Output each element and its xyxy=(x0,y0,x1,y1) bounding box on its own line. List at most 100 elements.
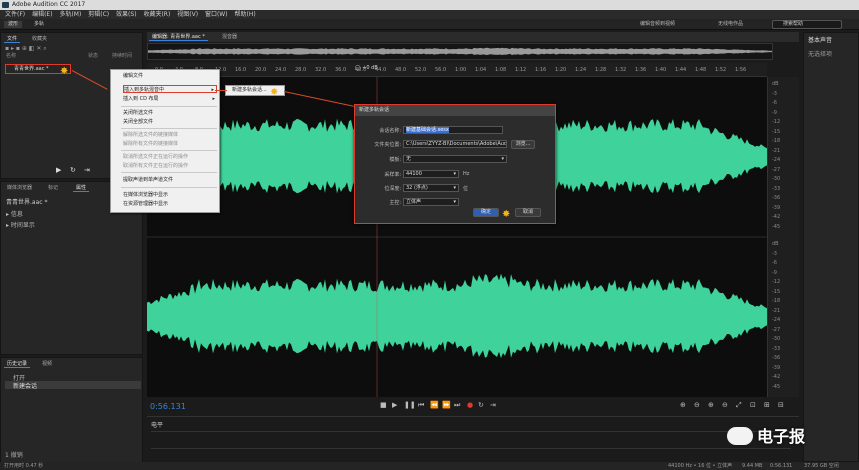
loop-icon[interactable]: ↻ xyxy=(478,401,484,409)
menu-file[interactable]: 文件(F) xyxy=(5,11,25,18)
loop-icon[interactable]: ↻ xyxy=(70,166,76,174)
ruler-tick-label: 1:04 xyxy=(475,67,487,73)
browse-button[interactable]: 浏览... xyxy=(511,140,535,149)
menu-favorites[interactable]: 收藏夹(R) xyxy=(143,11,170,18)
samplerate-select[interactable]: 44100 ▾ xyxy=(403,170,459,178)
levels-label: 电平 xyxy=(151,422,164,429)
db-tick-label: -30 xyxy=(772,176,781,182)
fast-forward-icon[interactable]: ⏩ xyxy=(442,401,451,409)
ruler-tick-label: 1:12 xyxy=(515,67,527,73)
menu-extract-channels[interactable]: 提取声道到单声道文件 xyxy=(123,176,217,184)
menu-insert-multitrack[interactable]: 插入到多轨混音中 ▸ xyxy=(123,85,217,93)
time-display: 0:56.131 xyxy=(150,402,186,411)
waveform-mode-button[interactable]: 波形 xyxy=(4,21,23,28)
stop-icon[interactable]: ■ xyxy=(380,401,387,409)
tab-markers[interactable]: 标记 xyxy=(45,184,61,192)
editor-tabs: 编辑器: 青青世界.aac * 混音器 xyxy=(147,32,799,42)
menu-multitrack[interactable]: 多轨(M) xyxy=(59,11,81,18)
menu-close-all[interactable]: 关闭全部文件 xyxy=(123,118,217,126)
tab-media-browser[interactable]: 媒体浏览器 xyxy=(4,184,35,192)
zoom-in-point-icon[interactable]: ⊞ xyxy=(764,401,770,409)
zoom-out-time-icon[interactable]: ⊖ xyxy=(722,401,728,409)
tab-editor[interactable]: 编辑器: 青青世界.aac * xyxy=(149,33,208,41)
status-duration: 0:56.131 xyxy=(770,463,793,469)
submenu-arrow-icon: ▸ xyxy=(211,87,214,93)
ruler-tick-label: 1:24 xyxy=(575,67,587,73)
zoom-full-icon[interactable]: ⤢ xyxy=(736,401,742,410)
play-icon[interactable]: ▶ xyxy=(392,401,397,409)
record-icon[interactable]: ● xyxy=(467,401,473,409)
ok-button[interactable]: 确定 xyxy=(473,208,499,217)
workspace-radio[interactable]: 无线电作品 xyxy=(718,21,743,28)
zoom-selection-icon[interactable]: ⊡ xyxy=(750,401,756,409)
menu-edit[interactable]: 编辑(E) xyxy=(32,11,52,18)
menu-view[interactable]: 视图(V) xyxy=(177,11,198,18)
waveform-overview[interactable] xyxy=(147,43,773,60)
tab-mixer[interactable]: 混音器 xyxy=(219,33,240,41)
menu-show-explorer[interactable]: 在资源管理器中显示 xyxy=(123,200,217,208)
click-marker-icon: ✸ xyxy=(502,209,511,220)
workspace-edit-audio-video[interactable]: 编辑音频到视频 xyxy=(640,21,675,28)
zoom-out-amplitude-icon[interactable]: ⊖ xyxy=(694,401,700,409)
template-select[interactable]: 无 ▾ xyxy=(403,155,507,163)
ruler-tick-label: 52.0 xyxy=(415,67,427,73)
session-name-input[interactable]: 新建基础会话.sesx xyxy=(403,126,503,134)
watermark-text: 电子报 xyxy=(757,427,806,446)
menu-edit-file[interactable]: 编辑文件 xyxy=(123,72,217,80)
hud-volume-value: +0 dB xyxy=(362,65,378,71)
play-icon[interactable]: ▶ xyxy=(56,166,61,174)
db-tick-label: -6 xyxy=(772,260,777,266)
bitdepth-select[interactable]: 32 (浮点) ▾ xyxy=(403,184,459,192)
menu-insert-cd[interactable]: 插入到 CD 布局 ▸ xyxy=(123,95,217,103)
menu-close-selected[interactable]: 关闭所选文件 xyxy=(123,109,217,117)
hud-volume[interactable]: ◯ +0 dB xyxy=(355,65,378,71)
zoom-out-point-icon[interactable]: ⊟ xyxy=(778,401,784,409)
db-tick-label: -9 xyxy=(772,269,777,276)
tab-history[interactable]: 历史记录 xyxy=(4,360,31,368)
column-name[interactable]: 名称 xyxy=(6,52,16,59)
column-status[interactable]: 状态 xyxy=(88,52,98,59)
folder-input[interactable]: C:\Users\ZYYZ-BI\Documents\Adobe\Aud... xyxy=(403,140,507,148)
menu-unlink-selected: 解除所选文件的链接媒体 xyxy=(123,132,179,138)
db-tick-label: -39 xyxy=(772,364,781,371)
column-duration[interactable]: 持续时间 xyxy=(112,52,132,59)
section-time-display[interactable]: ▸ 时间显示 xyxy=(6,220,35,229)
zoom-in-time-icon[interactable]: ⊕ xyxy=(708,401,714,409)
db-tick-label: dB xyxy=(772,241,779,247)
tab-video[interactable]: 视频 xyxy=(39,360,55,368)
section-info[interactable]: ▸ 信息 xyxy=(6,209,23,218)
skip-icon[interactable]: ⇥ xyxy=(490,401,496,409)
chevron-down-icon: ▾ xyxy=(453,199,456,205)
history-item-selected[interactable]: 新建会话 xyxy=(5,381,141,390)
ruler-tick-label: 36.0 xyxy=(335,67,347,73)
master-select[interactable]: 立体声 ▾ xyxy=(403,198,459,206)
menu-clip[interactable]: 剪辑(C) xyxy=(88,11,109,18)
autoplay-icon[interactable]: ⇥ xyxy=(84,166,90,174)
pause-icon[interactable]: ❚❚ xyxy=(404,401,416,409)
menu-effects[interactable]: 效果(S) xyxy=(116,11,137,18)
ruler-tick-label: 16.0 xyxy=(235,67,247,73)
rewind-icon[interactable]: ⏪ xyxy=(430,401,439,409)
db-ruler[interactable]: dB -3 -6 -9 -12 -15 -18 -21 -24 -27 -30 -33 -36 -39 -4… xyxy=(767,77,799,397)
multitrack-mode-button[interactable]: 多轨 xyxy=(30,21,48,28)
tab-properties[interactable]: 属性 xyxy=(73,184,90,192)
basic-sound-title[interactable]: 基本声音 xyxy=(808,35,832,44)
menu-help[interactable]: 帮助(H) xyxy=(235,11,256,18)
cancel-button[interactable]: 取消 xyxy=(515,208,541,217)
menu-show-media-browser[interactable]: 在媒体浏览器中显示 xyxy=(123,191,217,199)
submenu-arrow-icon: ▸ xyxy=(212,96,215,102)
zoom-in-amplitude-icon[interactable]: ⊕ xyxy=(680,401,686,409)
basic-sound-subtitle: 无选择项 xyxy=(808,51,833,58)
menu-window[interactable]: 窗口(W) xyxy=(205,11,228,18)
tab-favorites[interactable]: 收藏夹 xyxy=(29,35,50,43)
ruler-tick-label: 1:32 xyxy=(615,67,627,73)
go-start-icon[interactable]: ⏮ xyxy=(418,401,424,410)
time-ruler[interactable]: 0.04.08.012.016.020.024.028.032.036.040.… xyxy=(147,63,767,77)
db-tick-label: -21 xyxy=(772,307,781,314)
search-help-input[interactable]: 搜索帮助 xyxy=(772,20,842,29)
window-title: Adobe Audition CC 2017 xyxy=(12,1,86,8)
zoom-controls: ⊕ ⊖ ⊕ ⊖ ⤢ ⊡ ⊞ ⊟ xyxy=(678,398,798,412)
undo-count: 1 撤销 xyxy=(5,452,23,459)
go-end-icon[interactable]: ⏭ xyxy=(454,401,460,410)
tab-files[interactable]: 文件 xyxy=(4,35,21,43)
